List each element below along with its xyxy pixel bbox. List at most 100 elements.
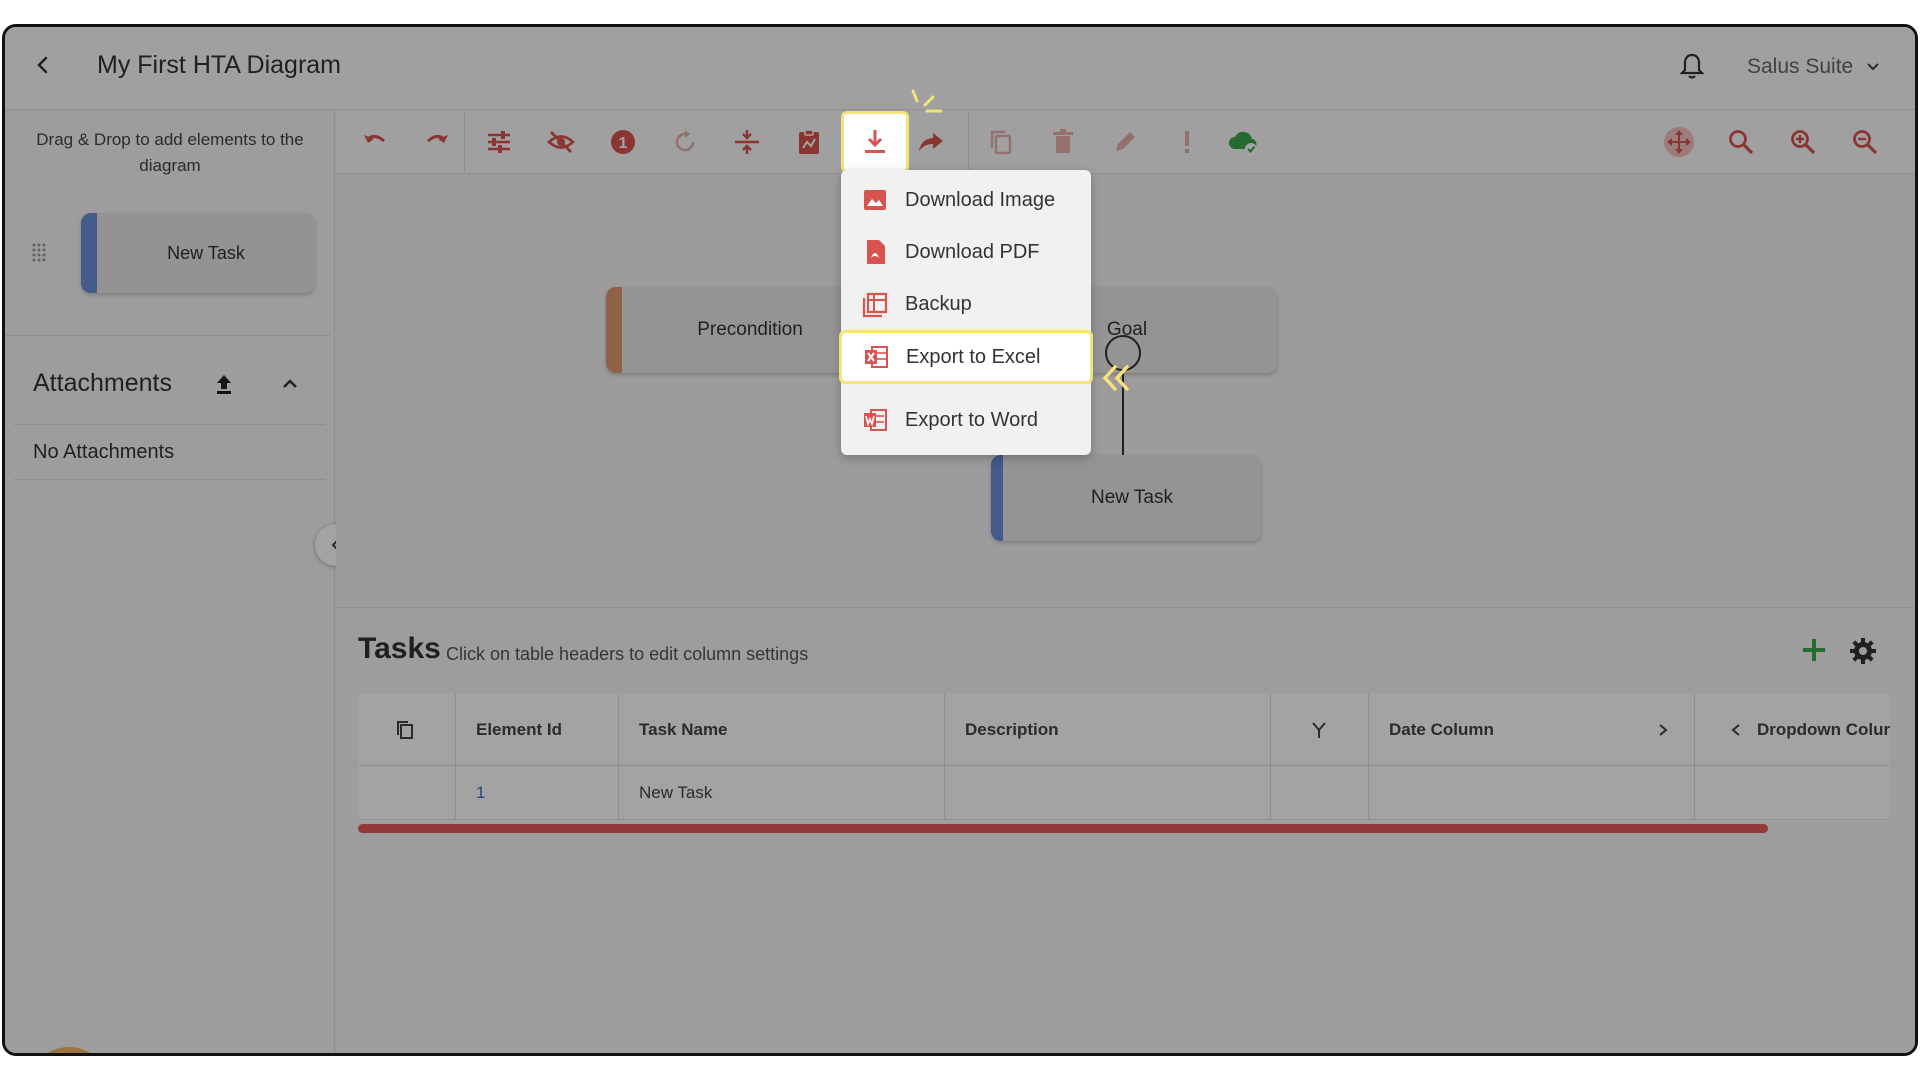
tasks-title: Tasks — [358, 632, 441, 665]
horizontal-scrollbar[interactable] — [358, 824, 1768, 833]
row-date[interactable] — [1369, 766, 1695, 820]
page-title: My First HTA Diagram — [97, 51, 341, 79]
zoom-in-button[interactable] — [1786, 125, 1820, 159]
row-copy-cell[interactable] — [358, 766, 456, 820]
warning-button[interactable] — [1170, 125, 1204, 159]
divider — [13, 479, 325, 480]
row-dropdown[interactable] — [1695, 766, 1890, 820]
eye-off-icon — [547, 131, 575, 153]
header-element-id[interactable]: Element Id — [456, 694, 619, 766]
help-chat-button[interactable] — [29, 1047, 109, 1053]
alert-circle-icon: 1 — [611, 130, 635, 154]
header-dropdown-column[interactable]: Dropdown Colur — [1695, 694, 1890, 766]
edit-button[interactable] — [1108, 125, 1142, 159]
sidebar: Drag & Drop to add elements to the diagr… — [5, 111, 335, 1053]
account-menu[interactable]: Salus Suite — [1747, 55, 1881, 79]
menu-backup[interactable]: Backup — [841, 280, 1091, 328]
menu-export-excel[interactable]: Export to Excel — [839, 330, 1093, 384]
upload-icon[interactable] — [211, 371, 237, 397]
tasks-panel: Tasks Click on table headers to edit col… — [336, 607, 1915, 1053]
header-date-column[interactable]: Date Column — [1369, 694, 1695, 766]
menu-export-excel-label: Export to Excel — [906, 345, 1041, 368]
drag-handle-icon[interactable] — [30, 241, 48, 263]
header-description[interactable]: Description — [945, 694, 1271, 766]
zoom-out-icon — [1853, 130, 1878, 155]
tasks-hint: Click on table headers to edit column se… — [446, 644, 809, 664]
refresh-button[interactable] — [668, 125, 702, 159]
menu-backup-label: Backup — [905, 292, 972, 315]
divider — [5, 335, 330, 336]
menu-download-pdf[interactable]: Download PDF — [841, 228, 1091, 276]
svg-text:1: 1 — [619, 135, 628, 152]
precondition-node[interactable]: Precondition — [606, 287, 878, 373]
pan-button[interactable] — [1662, 125, 1696, 159]
exclamation-icon — [1185, 131, 1189, 153]
visibility-toggle-button[interactable] — [544, 125, 578, 159]
align-button[interactable] — [730, 125, 764, 159]
row-element-id[interactable]: 1 — [456, 766, 619, 820]
new-task-node[interactable]: New Task — [991, 455, 1261, 541]
app-frame: My First HTA Diagram Salus Suite Drag & … — [2, 24, 1918, 1056]
header-branch[interactable] — [1271, 694, 1369, 766]
backup-icon — [862, 292, 888, 318]
menu-download-pdf-label: Download PDF — [905, 240, 1040, 263]
share-button[interactable] — [914, 125, 948, 159]
delete-button[interactable] — [1046, 125, 1080, 159]
clipboard-chart-icon — [799, 129, 819, 154]
diagram-toolbar: 1 — [336, 111, 1915, 174]
undo-button[interactable] — [358, 125, 392, 159]
bell-icon[interactable] — [1677, 51, 1707, 81]
divider — [968, 111, 969, 174]
app: My First HTA Diagram Salus Suite Drag & … — [5, 27, 1915, 1053]
excel-icon — [865, 346, 888, 368]
add-task-icon[interactable] — [1800, 636, 1828, 664]
image-icon — [864, 190, 886, 210]
move-icon — [1664, 127, 1694, 157]
chevron-left-icon[interactable] — [1729, 723, 1743, 737]
pdf-icon — [867, 240, 885, 264]
menu-export-word-label: Export to Word — [905, 408, 1039, 431]
chevron-right-icon[interactable] — [1656, 723, 1670, 737]
row-description[interactable] — [945, 766, 1271, 820]
report-button[interactable] — [792, 125, 826, 159]
download-menu: Download Image Download PDF Backup Expor… — [839, 170, 1093, 455]
zoom-out-button[interactable] — [1848, 125, 1882, 159]
branch-icon — [1312, 721, 1326, 738]
row-task-name[interactable]: New Task — [619, 766, 945, 820]
double-chevron-left-icon — [1102, 365, 1129, 391]
header-date-label: Date Column — [1389, 719, 1494, 739]
alert-button[interactable]: 1 — [606, 125, 640, 159]
chevron-up-icon[interactable] — [279, 373, 301, 395]
copy-button[interactable] — [984, 125, 1018, 159]
pencil-icon — [1116, 132, 1135, 151]
account-label: Salus Suite — [1747, 55, 1854, 78]
cloud-sync-button[interactable] — [1226, 125, 1260, 159]
copy-column-header[interactable] — [358, 694, 456, 766]
gear-icon[interactable] — [1848, 636, 1878, 666]
row-branch-cell[interactable] — [1271, 766, 1369, 820]
palette-new-task[interactable]: New Task — [81, 213, 315, 293]
drag-drop-hint: Drag & Drop to add elements to the diagr… — [36, 130, 304, 175]
undo-icon — [364, 134, 385, 143]
menu-export-word[interactable]: Export to Word — [841, 396, 1091, 444]
search-button[interactable] — [1724, 125, 1758, 159]
search-icon — [1729, 130, 1754, 155]
chevron-down-icon — [1867, 63, 1879, 71]
header-dropdown-label: Dropdown Colur — [1757, 719, 1890, 739]
sparkle-icon — [911, 89, 943, 113]
divider — [464, 111, 465, 174]
header-task-name[interactable]: Task Name — [619, 694, 945, 766]
copy-icon — [397, 720, 413, 739]
menu-download-image-label: Download Image — [905, 188, 1056, 211]
header: My First HTA Diagram Salus Suite — [5, 27, 1915, 110]
settings-sliders-button[interactable] — [482, 125, 516, 159]
refresh-icon — [675, 130, 695, 152]
download-button[interactable] — [841, 111, 909, 173]
redo-button[interactable] — [420, 125, 454, 159]
no-attachments-text: No Attachments — [33, 441, 175, 463]
cloud-check-icon — [1229, 131, 1257, 155]
back-arrow-icon[interactable] — [31, 53, 55, 77]
copy-icon — [990, 130, 1012, 155]
menu-download-image[interactable]: Download Image — [841, 176, 1091, 224]
redo-icon — [427, 134, 448, 143]
